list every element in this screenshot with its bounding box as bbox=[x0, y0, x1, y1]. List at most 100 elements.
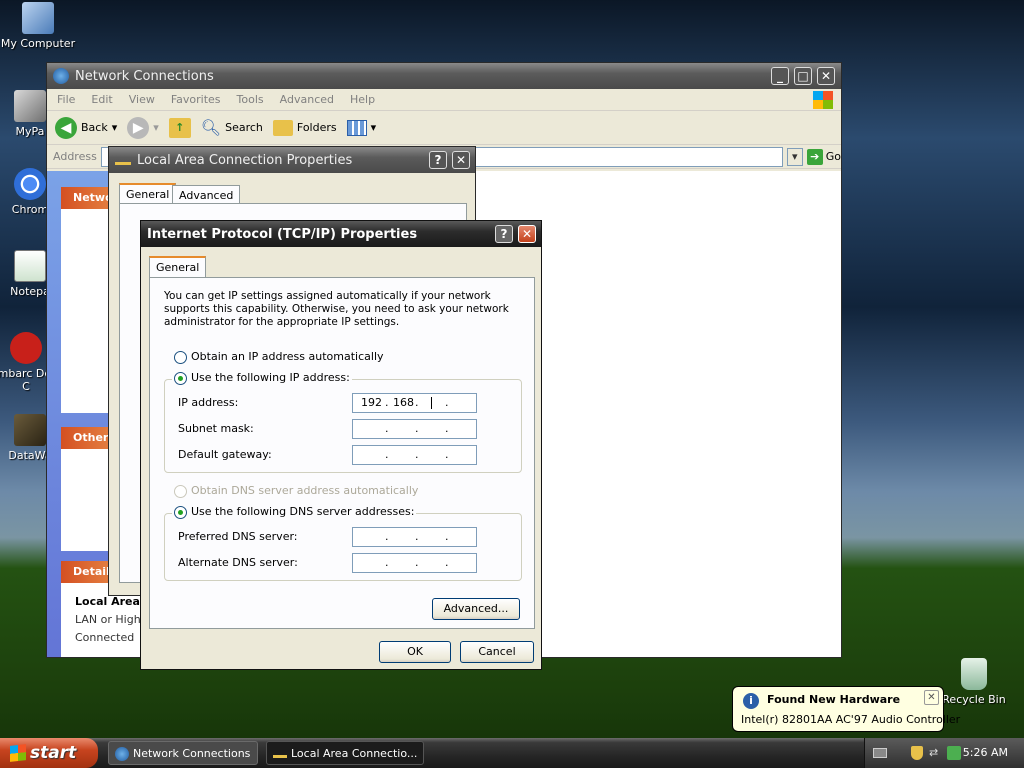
ip-dot: . bbox=[445, 530, 449, 543]
text-cursor bbox=[431, 397, 432, 409]
search-button[interactable]: 🔍︎ Search bbox=[201, 118, 263, 137]
radio-off-icon bbox=[174, 484, 187, 498]
back-button[interactable]: ◀ Back ▾ bbox=[55, 116, 118, 139]
menu-file[interactable]: File bbox=[57, 93, 75, 106]
search-icon: 🔍︎ bbox=[200, 118, 222, 137]
tab-general[interactable]: General bbox=[119, 183, 177, 205]
balloon-close-icon[interactable]: ✕ bbox=[924, 690, 939, 705]
desktop-icon-label: My Computer bbox=[0, 37, 76, 50]
title-bar[interactable]: Internet Protocol (TCP/IP) Properties ? … bbox=[141, 221, 541, 247]
folders-icon bbox=[272, 119, 293, 136]
recycle-bin-icon bbox=[961, 658, 987, 690]
advanced-button[interactable]: Advanced... bbox=[432, 598, 520, 620]
menu-favorites[interactable]: Favorites bbox=[171, 93, 221, 106]
close-button[interactable]: ✕ bbox=[518, 225, 536, 243]
forward-arrow-icon: ▶ bbox=[127, 116, 150, 139]
tcpip-properties-dialog: Internet Protocol (TCP/IP) Properties ? … bbox=[140, 220, 542, 670]
clock: 5:26 AM bbox=[962, 746, 1008, 759]
chevron-down-icon: ▾ bbox=[111, 121, 118, 134]
alternate-dns-field[interactable]: . . . bbox=[352, 553, 477, 573]
folders-label: Folders bbox=[296, 121, 337, 134]
dns-manual-label: Use the following DNS server addresses: bbox=[191, 505, 415, 518]
views-icon bbox=[346, 119, 367, 136]
minimize-button[interactable]: _ bbox=[771, 67, 789, 85]
dialog-title: Internet Protocol (TCP/IP) Properties bbox=[147, 226, 418, 242]
network-tray-icon[interactable]: ⇄ bbox=[929, 746, 943, 760]
menu-view[interactable]: View bbox=[129, 93, 155, 106]
ip-dot: . bbox=[415, 422, 419, 435]
ip-dot: . bbox=[385, 396, 389, 409]
radio-on-icon bbox=[174, 505, 187, 519]
alternate-dns-label: Alternate DNS server: bbox=[178, 556, 298, 569]
ip-dot: . bbox=[385, 530, 389, 543]
balloon-body: Intel(r) 82801AA AC'97 Audio Controller bbox=[741, 713, 961, 726]
help-button[interactable]: ? bbox=[495, 225, 513, 243]
task-network-connections[interactable]: Network Connections bbox=[108, 741, 258, 765]
up-folder-button[interactable]: ↑ bbox=[168, 117, 191, 138]
views-button[interactable]: ▾ bbox=[346, 119, 376, 136]
windows-flag-icon bbox=[813, 91, 833, 109]
ip-auto-radio[interactable]: Obtain an IP address automatically bbox=[174, 350, 384, 364]
close-button[interactable]: ✕ bbox=[817, 67, 835, 85]
back-label: Back bbox=[81, 121, 108, 134]
network-connections-icon bbox=[115, 747, 129, 761]
security-shield-icon[interactable] bbox=[911, 746, 923, 760]
desktop-icon-recycle-bin[interactable]: Recycle Bin bbox=[934, 658, 1014, 706]
safely-remove-icon[interactable] bbox=[947, 746, 961, 760]
maximize-button[interactable]: □ bbox=[794, 67, 812, 85]
dialog-title: Local Area Connection Properties bbox=[137, 152, 353, 168]
notepad-icon bbox=[14, 250, 46, 282]
menu-advanced[interactable]: Advanced bbox=[280, 93, 334, 106]
default-gateway-field[interactable]: . . . bbox=[352, 445, 477, 465]
address-dropdown[interactable]: ▾ bbox=[786, 147, 803, 166]
title-bar[interactable]: Network Connections _ □ ✕ bbox=[47, 63, 841, 89]
folders-button[interactable]: Folders bbox=[272, 119, 337, 136]
task-local-area-connection[interactable]: Local Area Connectio... bbox=[266, 741, 424, 765]
ok-button[interactable]: OK bbox=[379, 641, 451, 663]
subnet-label: Subnet mask: bbox=[178, 422, 254, 435]
keyboard-icon[interactable] bbox=[873, 748, 887, 758]
dns-auto-radio[interactable]: Obtain DNS server address automatically bbox=[174, 484, 418, 498]
desktop-icon-label: Notepa bbox=[10, 285, 50, 298]
ip-manual-radio[interactable]: Use the following IP address: bbox=[172, 371, 352, 385]
tab-general[interactable]: General bbox=[149, 256, 207, 278]
address-label: Address bbox=[53, 150, 97, 163]
desktop-icon-my-computer[interactable]: My Computer bbox=[0, 2, 78, 50]
title-bar[interactable]: Local Area Connection Properties ? ✕ bbox=[109, 147, 475, 173]
network-adapter-icon bbox=[115, 155, 131, 165]
go-button[interactable]: ➔ Go bbox=[806, 148, 841, 165]
network-adapter-icon bbox=[273, 750, 287, 758]
menu-edit[interactable]: Edit bbox=[91, 93, 112, 106]
menu-help[interactable]: Help bbox=[350, 93, 375, 106]
start-button[interactable]: start bbox=[0, 738, 98, 768]
ip-dot: . bbox=[445, 448, 449, 461]
system-tray: ⇄ 5:26 AM bbox=[864, 738, 1024, 768]
up-folder-icon: ↑ bbox=[168, 117, 191, 138]
tab-advanced[interactable]: Advanced bbox=[172, 185, 241, 205]
desktop-icon-label: MyPa bbox=[15, 125, 45, 138]
ip-address-field[interactable]: 192 . 168 . . bbox=[352, 393, 477, 413]
ip-octet-1: 192 bbox=[361, 396, 382, 409]
start-label: start bbox=[30, 743, 77, 763]
cancel-button[interactable]: Cancel bbox=[460, 641, 534, 663]
menu-tools[interactable]: Tools bbox=[237, 93, 264, 106]
back-arrow-icon: ◀ bbox=[55, 116, 77, 139]
network-connections-icon bbox=[53, 68, 69, 84]
radio-off-icon bbox=[174, 350, 187, 364]
ip-auto-label: Obtain an IP address automatically bbox=[191, 350, 384, 363]
datawa-icon bbox=[14, 414, 46, 446]
chevron-down-icon: ▾ bbox=[153, 121, 159, 134]
preferred-dns-field[interactable]: . . . bbox=[352, 527, 477, 547]
general-panel: You can get IP settings assigned automat… bbox=[149, 277, 535, 629]
ip-octet-2: 168 bbox=[393, 396, 414, 409]
found-hardware-balloon[interactable]: i Found New Hardware ✕ Intel(r) 82801AA … bbox=[732, 686, 960, 732]
preferred-dns-label: Preferred DNS server: bbox=[178, 530, 298, 543]
close-button[interactable]: ✕ bbox=[452, 151, 470, 169]
subnet-mask-field[interactable]: . . . bbox=[352, 419, 477, 439]
dns-manual-radio[interactable]: Use the following DNS server addresses: bbox=[172, 505, 417, 519]
ip-dot: . bbox=[415, 396, 419, 409]
search-label: Search bbox=[225, 121, 263, 134]
help-button[interactable]: ? bbox=[429, 151, 447, 169]
gateway-label: Default gateway: bbox=[178, 448, 272, 461]
forward-button[interactable]: ▶ ▾ bbox=[127, 116, 159, 139]
